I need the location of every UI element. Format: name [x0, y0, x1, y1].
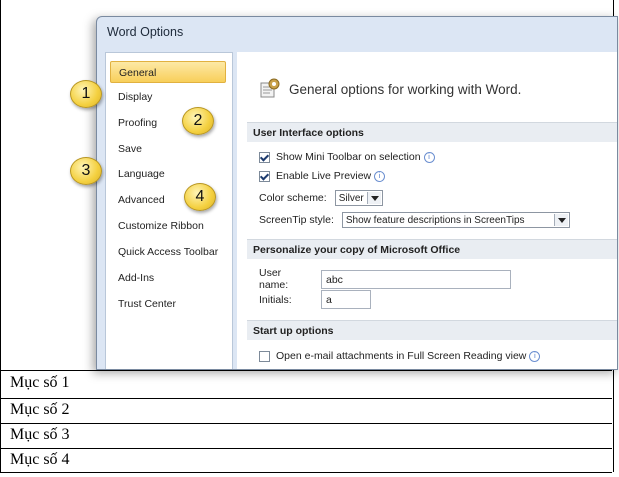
sidebar-item-language[interactable]: Language: [110, 163, 226, 185]
color-scheme-value: Silver: [338, 193, 364, 204]
sidebar-item-customize-ribbon[interactable]: Customize Ribbon: [110, 215, 226, 237]
caption-1: Mục số 1: [10, 374, 70, 391]
color-scheme-select[interactable]: Silver: [334, 190, 383, 206]
callout-4: 4: [184, 183, 216, 211]
caption-4: Mục số 4: [10, 451, 70, 468]
sidebar-item-quick-access-toolbar[interactable]: Quick Access Toolbar: [110, 241, 226, 263]
screentip-label: ScreenTip style:: [259, 214, 334, 226]
open-attachments-label: Open e-mail attachments in Full Screen R…: [276, 350, 527, 362]
user-name-label: User name:: [259, 267, 289, 291]
mini-toolbar-option[interactable]: Show Mini Toolbar on selection i: [259, 151, 435, 163]
sidebar-item-trust-center[interactable]: Trust Center: [110, 293, 226, 315]
open-attachments-checkbox[interactable]: [259, 350, 270, 362]
mini-toolbar-label: Show Mini Toolbar on selection: [276, 151, 421, 163]
table-row-divider: [0, 398, 612, 399]
window-title: Word Options: [107, 25, 184, 39]
sidebar-item-add-ins[interactable]: Add-Ins: [110, 267, 226, 289]
open-attachments-option[interactable]: Open e-mail attachments in Full Screen R…: [259, 350, 541, 362]
options-sidebar: General Display Proofing Save Language A…: [105, 52, 233, 369]
section-startup: Start up options: [247, 320, 617, 340]
table-row-divider: [0, 472, 612, 473]
user-name-field[interactable]: abc: [321, 269, 511, 289]
mini-toolbar-checkbox[interactable]: [259, 151, 270, 163]
initials-label: Initials:: [259, 293, 292, 306]
live-preview-checkbox[interactable]: [259, 170, 270, 182]
sidebar-item-display[interactable]: Display: [110, 86, 226, 108]
table-row-divider: [0, 423, 612, 424]
callout-3: 3: [70, 157, 102, 185]
section-personalize: Personalize your copy of Microsoft Offic…: [247, 239, 617, 259]
chevron-down-icon[interactable]: [366, 192, 381, 204]
info-icon: i: [529, 350, 541, 362]
section-user-interface: User Interface options: [247, 122, 617, 142]
table-row-divider: [0, 370, 612, 371]
screentip-value: Show feature descriptions in ScreenTips: [345, 215, 525, 226]
caption-2: Mục số 2: [10, 401, 70, 418]
screentip-select[interactable]: Show feature descriptions in ScreenTips: [341, 212, 570, 228]
options-content: General options for working with Word. U…: [237, 52, 617, 369]
initials-field[interactable]: a: [321, 290, 371, 309]
chevron-down-icon[interactable]: [553, 214, 568, 226]
initials-row: Initials: a: [259, 290, 371, 309]
page-header: General options for working with Word.: [289, 82, 522, 97]
caption-3: Mục số 3: [10, 426, 70, 443]
user-name-row: User name: abc: [259, 267, 511, 291]
options-gear-icon: [260, 78, 280, 98]
word-options-window: Word Options General Display Proofing Sa…: [96, 16, 618, 370]
table-row-divider: [0, 448, 612, 449]
info-icon: i: [374, 170, 386, 182]
sidebar-item-save[interactable]: Save: [110, 138, 226, 160]
info-icon: i: [423, 151, 435, 163]
live-preview-label: Enable Live Preview: [276, 170, 372, 182]
sidebar-item-general[interactable]: General: [110, 61, 226, 83]
color-scheme-row: Color scheme: Silver: [259, 190, 383, 206]
screentip-row: ScreenTip style: Show feature descriptio…: [259, 212, 570, 228]
color-scheme-label: Color scheme:: [259, 192, 327, 204]
callout-2: 2: [182, 107, 214, 135]
callout-1: 1: [70, 80, 102, 108]
live-preview-option[interactable]: Enable Live Preview i: [259, 170, 386, 182]
